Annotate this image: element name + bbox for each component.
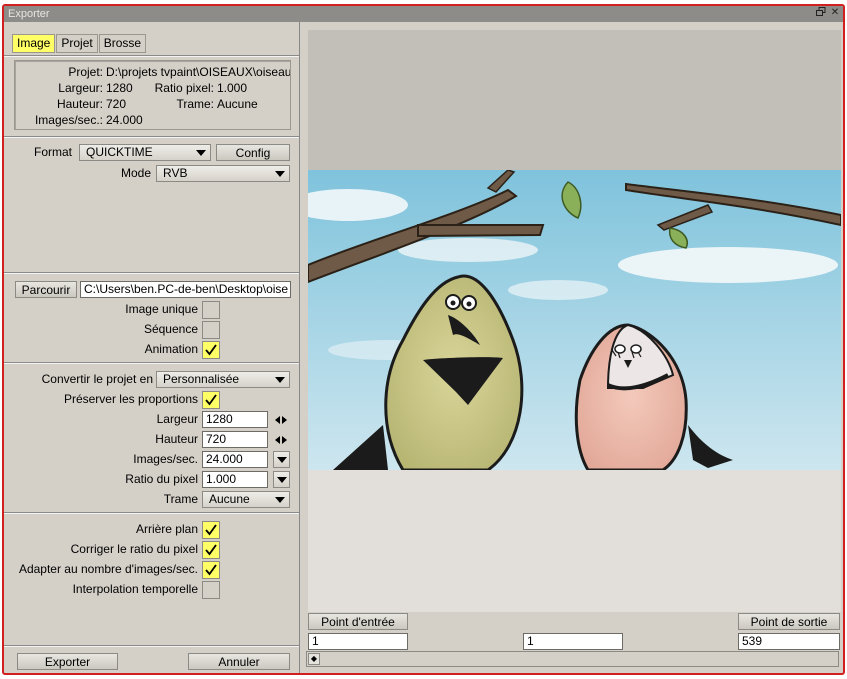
project-info-box: Projet: D:\projets tvpaint\OISEAUX\oisea… <box>14 60 291 130</box>
pixel-ratio-field[interactable]: 1.000 <box>202 471 268 488</box>
height-field[interactable]: 720 <box>202 431 268 448</box>
fps-label: Images/sec. <box>133 452 198 466</box>
hauteur-value: 720 <box>106 97 127 111</box>
preserve-label: Préserver les proportions <box>63 392 198 406</box>
convert-label: Convertir le projet en <box>41 372 153 386</box>
tab-image[interactable]: Image <box>12 34 56 53</box>
tab-brosse[interactable]: Brosse <box>98 34 147 53</box>
preview-area <box>308 30 841 612</box>
fps-field[interactable]: 24.000 <box>202 451 268 468</box>
left-right-arrows-icon[interactable] <box>275 435 287 445</box>
interpolation-checkbox[interactable] <box>202 581 220 599</box>
background-checkbox[interactable] <box>202 521 220 539</box>
convert-select[interactable]: Personnalisée <box>156 371 290 388</box>
adapt-fps-checkbox[interactable] <box>202 561 220 579</box>
preview-margin-top <box>308 30 841 170</box>
divider <box>4 272 299 274</box>
ips-label: Images/sec.: <box>34 113 103 127</box>
settings-panel: Image Projet Brosse Projet: D:\projets t… <box>4 22 300 673</box>
background-label: Arrière plan <box>135 522 198 536</box>
out-point-field[interactable]: 539 <box>738 633 840 650</box>
divider <box>4 362 299 364</box>
trame-label: Trame: <box>176 97 214 111</box>
format-select[interactable]: QUICKTIME <box>79 144 211 161</box>
left-right-arrows-icon[interactable] <box>275 415 287 425</box>
divider <box>4 136 299 138</box>
preview-image <box>308 170 841 470</box>
export-button[interactable]: Exporter <box>17 653 118 670</box>
width-label: Largeur <box>156 412 198 426</box>
checkmark-icon <box>205 524 217 536</box>
ratio-pixel-label: Ratio pixel: <box>154 81 214 95</box>
pixel-ratio-dropdown-button[interactable] <box>273 471 290 488</box>
sequence-label: Séquence <box>143 322 198 336</box>
timeline-scrollbar[interactable]: ◆ <box>306 651 839 667</box>
chevron-down-icon <box>275 377 285 383</box>
tab-projet[interactable]: Projet <box>56 34 98 53</box>
ips-value: 24.000 <box>106 113 143 127</box>
out-point-button[interactable]: Point de sortie <box>738 613 840 630</box>
hauteur-label: Hauteur: <box>56 97 103 111</box>
projet-value: D:\projets tvpaint\OISEAUX\oiseau <box>106 65 290 79</box>
chevron-down-icon <box>277 477 287 483</box>
animation-label: Animation <box>144 342 198 356</box>
image-unique-label: Image unique <box>125 302 198 316</box>
interpolation-label: Interpolation temporelle <box>72 582 198 596</box>
checkmark-icon <box>205 344 217 356</box>
in-point-button[interactable]: Point d'entrée <box>308 613 408 630</box>
adapt-fps-label: Adapter au nombre d'images/sec. <box>18 562 198 576</box>
close-icon[interactable]: ✕ <box>829 7 841 19</box>
width-field[interactable]: 1280 <box>202 411 268 428</box>
title-bar[interactable]: Exporter ✕ <box>4 6 843 22</box>
ratio-pixel-value: 1.000 <box>217 81 248 95</box>
mode-select[interactable]: RVB <box>156 165 290 182</box>
fix-pixel-ratio-label: Corriger le ratio du pixel <box>70 542 198 556</box>
checkmark-icon <box>205 394 217 406</box>
restore-window-icon[interactable] <box>815 7 827 19</box>
animation-checkbox[interactable] <box>202 341 220 359</box>
mode-select-value: RVB <box>163 166 188 180</box>
checkmark-icon <box>205 564 217 576</box>
window-title: Exporter <box>8 8 50 20</box>
scrollbar-thumb-icon[interactable]: ◆ <box>308 653 320 665</box>
output-path-field[interactable]: C:\Users\ben.PC-de-ben\Desktop\oise <box>80 281 291 298</box>
config-button[interactable]: Config <box>216 144 290 161</box>
format-select-value: QUICKTIME <box>86 145 153 159</box>
largeur-value: 1280 <box>106 81 133 95</box>
image-unique-checkbox[interactable] <box>202 301 220 319</box>
sequence-checkbox[interactable] <box>202 321 220 339</box>
format-label: Format <box>33 145 72 159</box>
trame-value: Aucune <box>217 97 258 111</box>
trame-select[interactable]: Aucune <box>202 491 290 508</box>
divider <box>4 645 299 647</box>
chevron-down-icon <box>275 497 285 503</box>
current-frame-field[interactable]: 1 <box>523 633 623 650</box>
height-label: Hauteur <box>155 432 198 446</box>
trame-select-value: Aucune <box>209 492 250 506</box>
mode-label: Mode <box>120 166 151 180</box>
in-point-field[interactable]: 1 <box>308 633 408 650</box>
chevron-down-icon <box>277 457 287 463</box>
cancel-button[interactable]: Annuler <box>188 653 290 670</box>
largeur-label: Largeur: <box>58 81 103 95</box>
fix-pixel-ratio-checkbox[interactable] <box>202 541 220 559</box>
divider <box>4 512 299 514</box>
convert-select-value: Personnalisée <box>163 372 240 386</box>
browse-button[interactable]: Parcourir <box>15 281 77 298</box>
tab-bar: Image Projet Brosse <box>12 34 147 53</box>
divider <box>4 55 299 57</box>
chevron-down-icon <box>196 150 206 156</box>
export-window: Exporter ✕ Image Projet Brosse Projet: D… <box>2 4 845 675</box>
trame-convert-label: Trame <box>163 492 198 506</box>
fps-dropdown-button[interactable] <box>273 451 290 468</box>
pixel-ratio-label: Ratio du pixel <box>125 472 198 486</box>
chevron-down-icon <box>275 171 285 177</box>
checkmark-icon <box>205 544 217 556</box>
preserve-checkbox[interactable] <box>202 391 220 409</box>
preview-margin-bottom <box>308 470 841 612</box>
projet-label: Projet: <box>68 65 103 79</box>
